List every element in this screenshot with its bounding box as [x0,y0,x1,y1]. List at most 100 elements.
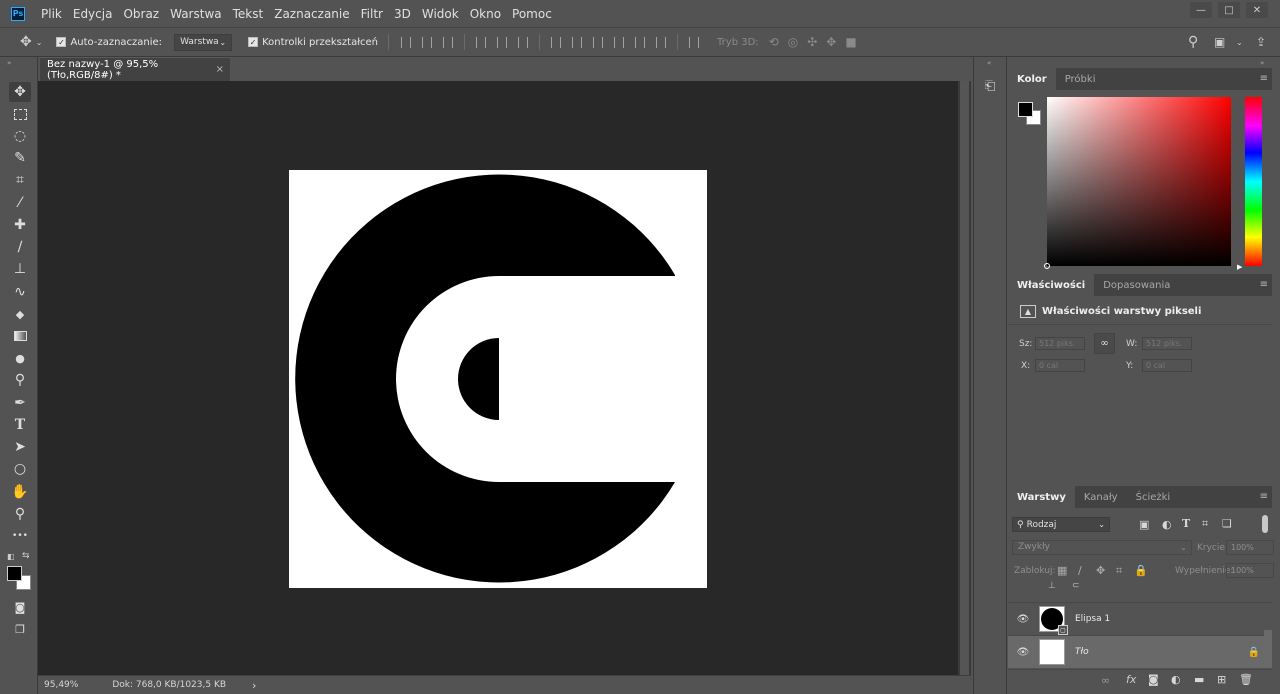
marquee-icon[interactable] [9,104,31,124]
filter-pixel-icon[interactable]: ▣ [1139,518,1149,531]
menu-3d[interactable]: 3D [394,7,411,21]
blur-icon[interactable]: ● [9,348,31,368]
lock-position-icon[interactable]: ✥ [1096,564,1105,577]
ellipse-icon[interactable]: ○ [9,459,31,479]
maximize-button[interactable]: □ [1218,2,1240,18]
pen-icon[interactable]: ✒ [9,393,31,413]
auto-select-target-dropdown[interactable]: Warstwa ⌄ [174,33,233,51]
dodge-icon[interactable]: ⚲ [9,370,31,390]
menu-help[interactable]: Pomoc [512,7,552,21]
menu-edit[interactable]: Edycja [73,7,113,21]
color-picker-field[interactable] [1044,97,1231,269]
orbit-3d-icon[interactable]: ⟲ [769,35,779,49]
collapse-tools-icon[interactable]: » [7,59,11,67]
auto-align-icon[interactable] [689,36,700,48]
crop-icon[interactable]: ⌗ [9,170,31,190]
move-tool-preset-icon[interactable]: ✥ [20,34,32,50]
new-group-icon[interactable]: ▬ [1194,673,1204,686]
link-layers-icon[interactable]: ∞ [1101,674,1110,687]
share-icon[interactable]: ⇪ [1256,35,1266,49]
chevron-down-icon[interactable]: ⌄ [1236,38,1243,47]
align-vcenter-icon[interactable] [422,36,433,48]
tab-swatches[interactable]: Próbki [1056,68,1105,90]
vertical-scrollbar[interactable] [958,81,971,675]
layer-filter-dropdown[interactable]: ⚲ Rodzaj ⌄ [1012,517,1110,532]
layers-scrollbar[interactable] [1264,630,1272,668]
tab-channels[interactable]: Kanały [1075,486,1127,508]
align-right-icon[interactable] [518,36,529,48]
distribute-right-icon[interactable] [656,36,667,48]
more-tools-icon[interactable]: ••• [9,526,31,546]
auto-select-checkbox[interactable]: ✓ [56,37,67,47]
quick-select-icon[interactable]: ✎ [9,148,31,168]
pan-3d-icon[interactable]: ✣ [807,35,817,49]
tab-properties[interactable]: Właściwości [1008,274,1095,296]
visibility-eye-icon[interactable]: 👁 [1016,647,1030,658]
status-menu-arrow[interactable]: › [252,679,256,692]
visibility-eye-icon[interactable]: 👁 [1016,614,1030,625]
menu-view[interactable]: Widok [422,7,459,21]
zoom-level[interactable]: 95,49% [44,680,78,690]
path-select-icon[interactable]: ➤ [9,437,31,457]
opacity-field[interactable]: 100% [1226,540,1274,555]
filter-toggle[interactable] [1262,515,1268,533]
distribute-hcenter-icon[interactable] [635,36,646,48]
history-brush-icon[interactable]: ∿ [9,282,31,302]
document-canvas[interactable] [289,170,707,588]
layer-row-elipsa[interactable]: 👁 ▢ Elipsa 1 [1008,602,1272,635]
tab-color[interactable]: Kolor [1008,68,1056,90]
layer-style-icon[interactable]: fx [1126,673,1136,686]
canvas-area[interactable] [38,81,958,675]
lasso-icon[interactable]: ◌ [9,126,31,146]
stamp-icon[interactable]: ⊥ [9,259,31,279]
delete-layer-icon[interactable]: 🗑 [1239,673,1253,686]
distribute-top-icon[interactable] [551,36,562,48]
workspace-icon[interactable]: ▣ [1214,35,1225,49]
panel-menu-icon[interactable]: ≡ [1260,73,1268,84]
align-top-icon[interactable] [401,36,412,48]
move-icon[interactable]: ✥ [9,82,31,102]
history-panel-icon[interactable]: ⎗ [985,79,995,94]
x-field[interactable]: 0 cal [1035,359,1085,372]
distribute-bottom-icon[interactable] [593,36,604,48]
align-bottom-icon[interactable] [443,36,454,48]
y-field[interactable]: 0 cal [1142,359,1192,372]
slide-3d-icon[interactable]: ✥ [826,35,836,49]
menu-filter[interactable]: Filtr [361,7,383,21]
scale-3d-icon[interactable]: ■ [845,35,856,49]
distribute-left-icon[interactable] [614,36,625,48]
lock-pixels-icon[interactable]: ∕ [1078,564,1082,577]
new-layer-icon[interactable]: ⊞ [1217,673,1226,686]
expand-panels-icon[interactable]: » [1260,59,1264,67]
hue-slider[interactable]: ▶ [1237,97,1262,271]
filter-type-icon[interactable]: T [1182,517,1190,530]
blend-mode-dropdown[interactable]: Zwykły ⌄ [1012,540,1192,555]
lock-transparent-icon[interactable]: ▦ [1057,564,1067,577]
close-tab-icon[interactable]: × [216,64,224,75]
align-hcenter-icon[interactable] [497,36,508,48]
search-icon[interactable]: ⚲ [1188,34,1198,50]
document-tab[interactable]: Bez nazwy-1 @ 95,5% (Tło,RGB/8#) * × [40,57,230,81]
align-left-icon[interactable] [476,36,487,48]
tab-layers[interactable]: Warstwy [1008,486,1075,508]
color-picker-cursor[interactable] [1044,263,1050,269]
eraser-icon[interactable]: ◆ [9,304,31,324]
minimize-button[interactable]: — [1190,2,1212,18]
roll-3d-icon[interactable]: ◎ [788,35,798,49]
type-icon[interactable]: T [9,415,31,435]
gradient-icon[interactable] [9,326,31,346]
tab-paths[interactable]: Ścieżki [1127,486,1180,508]
layer-row-tlo[interactable]: 👁 Tło 🔒 [1008,635,1272,668]
menu-file[interactable]: Plik [41,7,62,21]
filter-smart-object-icon[interactable]: ❏ [1222,517,1232,530]
quick-mask-icon[interactable]: ◙ [9,597,31,617]
panel-menu-icon[interactable]: ≡ [1260,279,1268,290]
hue-slider-handle[interactable]: ▶ [1237,263,1242,271]
foreground-color-swatch[interactable] [7,566,22,581]
swap-colors-icon[interactable]: ⇆ [22,551,30,561]
menu-layer[interactable]: Warstwa [170,7,222,21]
menu-image[interactable]: Obraz [123,7,159,21]
height-field[interactable]: 512 piks. [1142,337,1192,350]
link-dimensions-icon[interactable]: ∞ [1094,333,1115,354]
hand-icon[interactable]: ✋ [9,482,31,502]
